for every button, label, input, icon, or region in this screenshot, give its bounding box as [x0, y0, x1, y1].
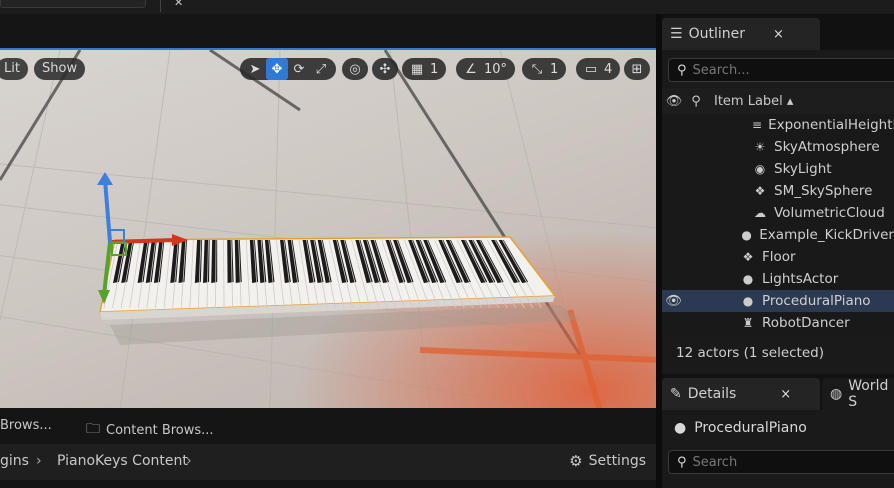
piano-key-gap [215, 239, 217, 309]
main-toolbar: ✕ [0, 0, 894, 14]
outliner-search-input[interactable]: ⚲ Search... [668, 58, 894, 82]
level-viewport[interactable]: Lit Show ➤ ✥ ⟳ ⤢ ◎ ✣ ▦ 1 ∠ 10° ⤡ 1 ▭ 4 ⊞ [0, 48, 656, 408]
scale-snap-value: 1 [550, 61, 559, 77]
static-mesh-icon: ❖ [754, 184, 766, 198]
list-item[interactable]: ● Example_KickDriver [662, 224, 894, 246]
globe-icon: ◍ [830, 386, 843, 402]
search-icon: ⚲ [677, 62, 687, 78]
piano-key-gap [223, 239, 225, 309]
details-tab-bar: ✎ Details × ◍ World S [662, 374, 894, 410]
pin-icon[interactable]: ✕ [174, 0, 188, 9]
skeleton-icon: ♜ [742, 316, 754, 330]
pin-icon[interactable]: ⚲ [686, 94, 706, 109]
atmosphere-icon: ☀ [754, 140, 766, 154]
list-item[interactable]: ◉ SkyLight [662, 158, 894, 180]
selected-actor-name: ProceduralPiano [694, 420, 807, 436]
static-mesh-icon: ❖ [742, 250, 754, 264]
globe-icon: ◎ [349, 61, 361, 77]
camera-speed-button[interactable]: ▭ 4 [576, 58, 621, 80]
rotate-tool-icon[interactable]: ⟳ [288, 58, 310, 80]
content-browser-tab-1[interactable]: Brows... [0, 418, 52, 433]
actor-icon: ● [674, 420, 687, 436]
content-drawer-bar: Brows... 🗀 Content Brows... [0, 408, 656, 444]
cloud-icon: ☁ [754, 206, 766, 220]
list-item[interactable]: ❖ SM_SkySphere [662, 180, 894, 202]
camera-icon: ▭ [584, 61, 598, 77]
breadcrumb: gins › PianoKeys Content › ⚙ Settings [0, 444, 656, 480]
toolbar-button-group[interactable] [0, 0, 146, 8]
right-panel: ☰ Outliner × ⚲ Search... 👁 ⚲ Item Label … [662, 14, 894, 488]
rotation-snap-value: 10° [484, 61, 508, 77]
view-mode-button[interactable]: Lit [0, 58, 28, 80]
pencil-icon: ✎ [670, 386, 682, 402]
list-item[interactable]: ☁ VolumetricCloud [662, 202, 894, 224]
tab-outliner[interactable]: ☰ Outliner × [662, 18, 820, 50]
list-icon: ☰ [670, 26, 683, 42]
surface-snap-icon: ✣ [379, 61, 391, 77]
transform-tools[interactable]: ➤ ✥ ⟳ ⤢ [240, 58, 336, 80]
grid-icon: ▦ [410, 61, 424, 77]
grid-snap-value: 1 [430, 61, 439, 77]
rotation-snap-button[interactable]: ∠ 10° [456, 58, 516, 80]
surface-snap-button[interactable]: ✣ [372, 58, 398, 80]
translate-tool-icon[interactable]: ✥ [266, 58, 288, 80]
visibility-eye-icon[interactable]: 👁 [662, 94, 686, 109]
show-flags-button[interactable]: Show [34, 58, 86, 80]
list-item[interactable]: ≡ ExponentialHeightF [662, 114, 894, 136]
outliner-list[interactable]: ≡ ExponentialHeightF ☀ SkyAtmosphere ◉ SkyL… [662, 114, 894, 334]
level-tab-bar [0, 14, 656, 48]
list-item[interactable]: ♜ RobotDancer [662, 312, 894, 334]
outliner-status: 12 actors (1 selected) [662, 338, 894, 368]
visibility-eye-icon[interactable]: 👁 [662, 293, 686, 309]
list-item-selected[interactable]: 👁 ● ProceduralPiano [662, 290, 894, 312]
tab-world-settings[interactable]: ◍ World S [822, 378, 894, 410]
folder-icon: 🗀 [86, 421, 100, 437]
scale-snap-button[interactable]: ⤡ 1 [522, 58, 567, 80]
actor-icon: ● [742, 294, 754, 308]
actor-icon: ● [741, 228, 752, 242]
skylight-icon: ◉ [754, 162, 766, 176]
details-search-input[interactable]: ⚲ Search [668, 450, 894, 474]
outliner-column-header[interactable]: 👁 ⚲ Item Label ▴ [662, 88, 894, 114]
details-actor-header: ● ProceduralPiano [662, 414, 894, 442]
gear-icon: ⚙ [569, 452, 583, 470]
camera-speed-value: 4 [604, 61, 613, 77]
angle-icon: ∠ [465, 61, 477, 77]
close-icon[interactable]: × [780, 387, 791, 402]
viewport-scene [0, 50, 656, 408]
layout-button[interactable]: ⊞ [624, 58, 650, 80]
item-label-column[interactable]: Item Label ▴ [714, 94, 793, 109]
list-item[interactable]: ☀ SkyAtmosphere [662, 136, 894, 158]
outliner-tab-bar: ☰ Outliner × [662, 14, 894, 50]
chevron-right-icon: › [186, 453, 192, 469]
layout-icon: ⊞ [631, 61, 643, 77]
actor-icon: ● [742, 272, 754, 286]
list-item[interactable]: ❖ Floor [662, 246, 894, 268]
toolbar-separator [160, 0, 161, 12]
panel-divider [0, 480, 656, 488]
list-item[interactable]: ● LightsActor [662, 268, 894, 290]
breadcrumb-item[interactable]: PianoKeys Content [57, 453, 188, 469]
content-browser-tab-2[interactable]: 🗀 Content Brows... [86, 418, 214, 442]
chevron-right-icon: › [36, 453, 42, 469]
select-tool-icon[interactable]: ➤ [244, 58, 266, 80]
fog-icon: ≡ [752, 118, 763, 132]
settings-button[interactable]: ⚙ Settings [569, 452, 646, 470]
scale-tool-icon[interactable]: ⤢ [310, 58, 332, 80]
tab-details[interactable]: ✎ Details × [662, 378, 820, 410]
search-icon: ⚲ [677, 454, 687, 470]
close-icon[interactable]: × [773, 27, 784, 42]
coordinate-space-button[interactable]: ◎ [342, 58, 368, 80]
breadcrumb-item[interactable]: gins [0, 453, 29, 469]
scale-snap-icon: ⤡ [531, 61, 543, 77]
grid-snap-button[interactable]: ▦ 1 [402, 58, 447, 80]
